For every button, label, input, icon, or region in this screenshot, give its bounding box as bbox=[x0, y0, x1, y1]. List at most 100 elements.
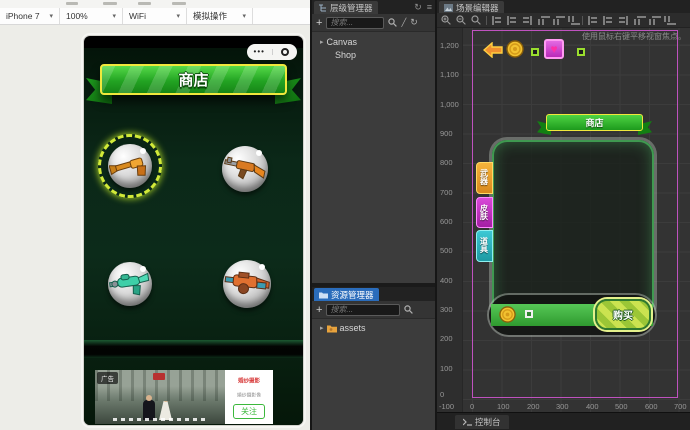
hierarchy-icon bbox=[319, 4, 326, 11]
ad-banner[interactable]: 广告 婚纱摄影 婚纱摄影像 关注 bbox=[95, 370, 273, 424]
buy-button[interactable]: 购买 bbox=[595, 299, 651, 330]
weapon-raygun-icon bbox=[109, 272, 150, 296]
tree-node-shop[interactable]: Shop bbox=[335, 50, 356, 60]
weapon-rifle-icon bbox=[224, 156, 266, 180]
distribute-left-icon[interactable] bbox=[588, 15, 598, 25]
folder-icon bbox=[319, 292, 328, 298]
more-icon[interactable]: ••• bbox=[247, 48, 273, 56]
label-placeholder-sprite[interactable] bbox=[577, 48, 585, 56]
scene-editor-panel: 场景编辑器 使用鼠标右键平移视窗焦点。 ♥ 商店 武器 皮肤 道具 购买 1,2… bbox=[435, 0, 690, 430]
expand-arrow-icon[interactable]: ▸ bbox=[320, 324, 324, 332]
add-asset-button[interactable]: + bbox=[316, 304, 322, 315]
chevron-down-icon: ▾ bbox=[49, 13, 53, 20]
link-line-icon[interactable]: ╱ bbox=[401, 18, 406, 27]
shop-title-ribbon: 商店 bbox=[86, 64, 301, 106]
zoom-in-icon[interactable] bbox=[441, 15, 451, 25]
align-right-icon[interactable] bbox=[522, 16, 532, 25]
tab-items[interactable]: 道具 bbox=[476, 230, 493, 262]
buy-bar[interactable]: 购买 bbox=[489, 295, 655, 335]
hierarchy-search-input[interactable] bbox=[326, 16, 385, 29]
assets-folder-icon bbox=[326, 325, 337, 332]
align-top-icon[interactable] bbox=[537, 15, 550, 25]
console-icon bbox=[463, 418, 472, 426]
follow-button[interactable]: 关注 bbox=[233, 404, 265, 419]
device-dropdown-value: iPhone 7 bbox=[6, 11, 40, 21]
middle-panel-column: 层级管理器 ↻ ≡ + ╱ ↻ ▸ Canvas Shop bbox=[310, 0, 435, 430]
align-bottom-icon[interactable] bbox=[567, 16, 577, 25]
tab-skins[interactable]: 皮肤 bbox=[476, 197, 493, 228]
zoom-dropdown[interactable]: 100% ▾ bbox=[60, 8, 123, 24]
tree-node-assets[interactable]: ▸ assets bbox=[320, 323, 366, 333]
tab-hierarchy[interactable]: 层级管理器 bbox=[314, 1, 378, 14]
weapon-slot-rifle[interactable] bbox=[222, 146, 268, 192]
zoom-out-icon[interactable] bbox=[456, 15, 466, 25]
scene-shop-ribbon[interactable]: 商店 bbox=[537, 113, 652, 137]
distribute-right-icon[interactable] bbox=[618, 16, 628, 25]
network-dropdown[interactable]: WiFi ▾ bbox=[123, 8, 187, 24]
action-dropdown[interactable]: 模拟操作 ▾ bbox=[187, 8, 253, 24]
assets-title: 资源管理器 bbox=[331, 289, 374, 300]
toolbar-separator bbox=[486, 15, 487, 25]
ad-photo-groom bbox=[143, 395, 155, 420]
ruler-label: 700 bbox=[440, 188, 453, 197]
scene-viewport[interactable]: 使用鼠标右键平移视窗焦点。 ♥ 商店 武器 皮肤 道具 购买 1,200 1,1… bbox=[437, 28, 690, 412]
network-dropdown-value: WiFi bbox=[129, 11, 146, 21]
ruler-label: 200 bbox=[527, 402, 540, 411]
distribute-v-icon[interactable] bbox=[648, 15, 661, 25]
ruler-label: 0 bbox=[440, 390, 445, 399]
simulator-preview-area: 商店 广告 婚纱摄影 婚纱摄影像 关注 ••• bbox=[0, 25, 310, 430]
weapon-slot-pistol[interactable] bbox=[108, 144, 152, 188]
expand-arrow-icon[interactable]: ▸ bbox=[320, 38, 324, 46]
shop-title: 商店 bbox=[178, 72, 209, 89]
label-placeholder-sprite[interactable] bbox=[531, 48, 539, 56]
tree-node-canvas[interactable]: ▸ Canvas bbox=[320, 37, 357, 47]
ruler-label: 600 bbox=[645, 402, 658, 411]
sync-icon[interactable]: ↻ bbox=[410, 17, 418, 28]
zoom-reset-icon[interactable] bbox=[471, 15, 481, 25]
back-arrow-sprite[interactable] bbox=[483, 42, 503, 58]
miniprogram-capsule: ••• bbox=[247, 44, 297, 60]
tab-assets[interactable]: 资源管理器 bbox=[314, 288, 379, 301]
ad-description: 婚纱摄影像 bbox=[236, 393, 261, 399]
shop-glass-panel[interactable] bbox=[492, 140, 654, 320]
exit-icon[interactable] bbox=[273, 48, 298, 56]
weapon-slot-machinegun[interactable] bbox=[223, 260, 271, 308]
ruler-label: 300 bbox=[556, 402, 569, 411]
panel-refresh-icon[interactable]: ↻ bbox=[414, 1, 422, 13]
add-node-button[interactable]: + bbox=[316, 17, 322, 28]
heart-sprite[interactable]: ♥ bbox=[544, 39, 564, 59]
tab-weapons[interactable]: 武器 bbox=[476, 162, 493, 194]
vertical-ruler: 1,200 1,100 1,000 900 800 700 600 500 40… bbox=[437, 28, 463, 412]
tab-console[interactable]: 控制台 bbox=[455, 415, 509, 429]
ruler-label: 900 bbox=[440, 129, 453, 138]
ide-window: iPhone 7 ▾ 100% ▾ WiFi ▾ 模拟操作 ▾ 商店 广告 婚纱… bbox=[0, 0, 690, 430]
tree-node-label: Canvas bbox=[326, 37, 358, 47]
toolbar-separator bbox=[582, 15, 583, 25]
distribute-bottom-icon[interactable] bbox=[663, 16, 673, 25]
hierarchy-title: 层级管理器 bbox=[330, 2, 373, 13]
distribute-top-icon[interactable] bbox=[633, 15, 646, 25]
coin-sprite[interactable] bbox=[506, 40, 524, 58]
panel-menu-icon[interactable]: ≡ bbox=[427, 1, 432, 13]
search-icon[interactable] bbox=[404, 305, 414, 314]
console-title: 控制台 bbox=[475, 417, 501, 427]
device-dropdown[interactable]: iPhone 7 ▾ bbox=[0, 8, 60, 24]
assets-search-input[interactable] bbox=[326, 303, 401, 316]
ruler-label: 300 bbox=[440, 305, 453, 314]
align-v-center-icon[interactable] bbox=[552, 15, 565, 25]
ruler-label: 700 bbox=[674, 402, 687, 411]
ruler-label: -100 bbox=[439, 402, 455, 411]
clipped-text-fragment bbox=[103, 2, 117, 5]
scene-icon bbox=[444, 3, 453, 12]
ad-tag: 广告 bbox=[97, 372, 118, 384]
ruler-label: 1,100 bbox=[440, 70, 459, 79]
tree-node-label: Shop bbox=[335, 50, 357, 60]
scene-toolbar bbox=[437, 13, 690, 28]
distribute-h-icon[interactable] bbox=[603, 15, 613, 25]
weapon-slot-raygun[interactable] bbox=[108, 262, 152, 306]
align-h-center-icon[interactable] bbox=[507, 15, 517, 25]
search-icon[interactable] bbox=[388, 18, 398, 27]
ad-photo-caption bbox=[113, 418, 207, 421]
console-bar: 控制台 bbox=[437, 412, 690, 430]
align-left-icon[interactable] bbox=[492, 15, 502, 25]
